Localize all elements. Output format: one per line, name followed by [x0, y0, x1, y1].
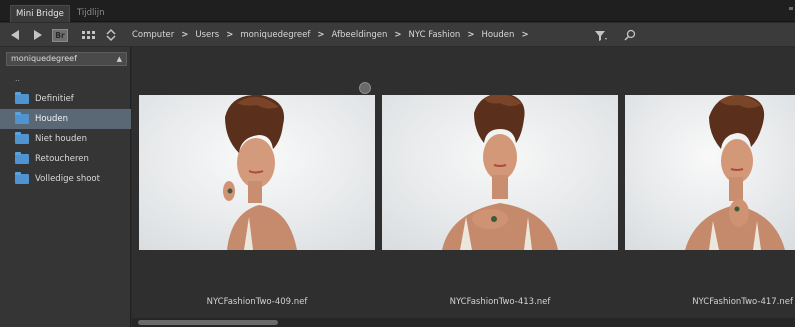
folder-icon [15, 132, 29, 144]
back-arrow-icon[interactable] [11, 30, 19, 40]
search-input[interactable] [640, 28, 790, 42]
folder-item-retoucheren[interactable]: Retoucheren [0, 149, 131, 169]
toolbar: Br Computer > Users > moniquedegreef > Afbeeld… [0, 23, 795, 47]
breadcrumb-item-afbeeldingen[interactable]: Afbeeldingen [331, 28, 387, 42]
folder-label: Volledige shoot [35, 174, 100, 184]
location-select-value: moniquedegreef [11, 54, 77, 63]
folder-item-niet-houden[interactable]: Niet houden [0, 129, 131, 149]
folder-icon [15, 92, 29, 104]
breadcrumb-item-houden[interactable]: Houden [481, 28, 514, 42]
thumbnail-image[interactable] [139, 95, 375, 250]
tab-tijdlijn[interactable]: Tijdlijn [72, 5, 114, 22]
folder-item-volledige-shoot[interactable]: Volledige shoot [0, 169, 131, 189]
folder-item-houden[interactable]: Houden [0, 109, 131, 129]
chevron-right-icon: > [467, 30, 475, 40]
breadcrumb-item-nyc-fashion[interactable]: NYC Fashion [409, 28, 461, 42]
select-arrows-icon: ▲ [116, 55, 122, 63]
bridge-button[interactable]: Br [52, 29, 68, 42]
parent-folder-item[interactable]: .. [15, 74, 20, 83]
folder-list: Definitief Houden Niet houden Retouchere… [0, 89, 131, 189]
thumbnail-image[interactable] [382, 95, 618, 250]
folder-item-definitief[interactable]: Definitief [0, 89, 131, 109]
filter-icon[interactable] [594, 30, 608, 42]
thumbnail-filename: NYCFashionTwo-409.nef [206, 297, 308, 307]
search-icon[interactable] [623, 28, 637, 42]
breadcrumb-item-computer[interactable]: Computer [132, 28, 174, 42]
breadcrumb-item-users[interactable]: Users [195, 28, 219, 42]
folder-label: Definitief [35, 94, 74, 104]
rotate-icon[interactable] [359, 82, 371, 94]
tab-mini-bridge[interactable]: Mini Bridge [10, 5, 70, 22]
breadcrumb-item-user[interactable]: moniquedegreef [240, 28, 310, 42]
folder-icon [15, 152, 29, 164]
thumbnail-filename: NYCFashionTwo-413.nef [449, 297, 551, 307]
tab-bar: Mini Bridge Tijdlijn [0, 0, 795, 22]
thumbnail-image[interactable] [625, 95, 795, 250]
view-mode-icon[interactable] [82, 31, 96, 39]
sort-icon[interactable] [104, 28, 118, 42]
folder-icon [15, 112, 29, 124]
thumbnail-filename: NYCFashionTwo-417.nef [692, 297, 793, 307]
folder-label: Houden [35, 114, 68, 124]
breadcrumb: Computer > Users > moniquedegreef > Afbeelding… [132, 28, 536, 42]
sidebar: moniquedegreef ▲ .. Definitief Houden Ni… [0, 47, 131, 327]
chevron-right-icon: > [181, 30, 189, 40]
chevron-right-icon[interactable]: > [521, 28, 528, 42]
folder-label: Retoucheren [35, 154, 89, 164]
location-select[interactable]: moniquedegreef ▲ [6, 52, 127, 66]
panel-menu-icon[interactable] [789, 7, 793, 10]
scrollbar-thumb[interactable] [138, 320, 278, 325]
folder-icon [15, 172, 29, 184]
forward-arrow-icon[interactable] [34, 30, 42, 40]
content-grid: NYCFashionTwo-409.nef NYCFashionTwo-413.… [132, 47, 795, 327]
chevron-right-icon: > [226, 30, 234, 40]
chevron-right-icon: > [394, 30, 402, 40]
chevron-right-icon: > [317, 30, 325, 40]
folder-label: Niet houden [35, 134, 87, 144]
